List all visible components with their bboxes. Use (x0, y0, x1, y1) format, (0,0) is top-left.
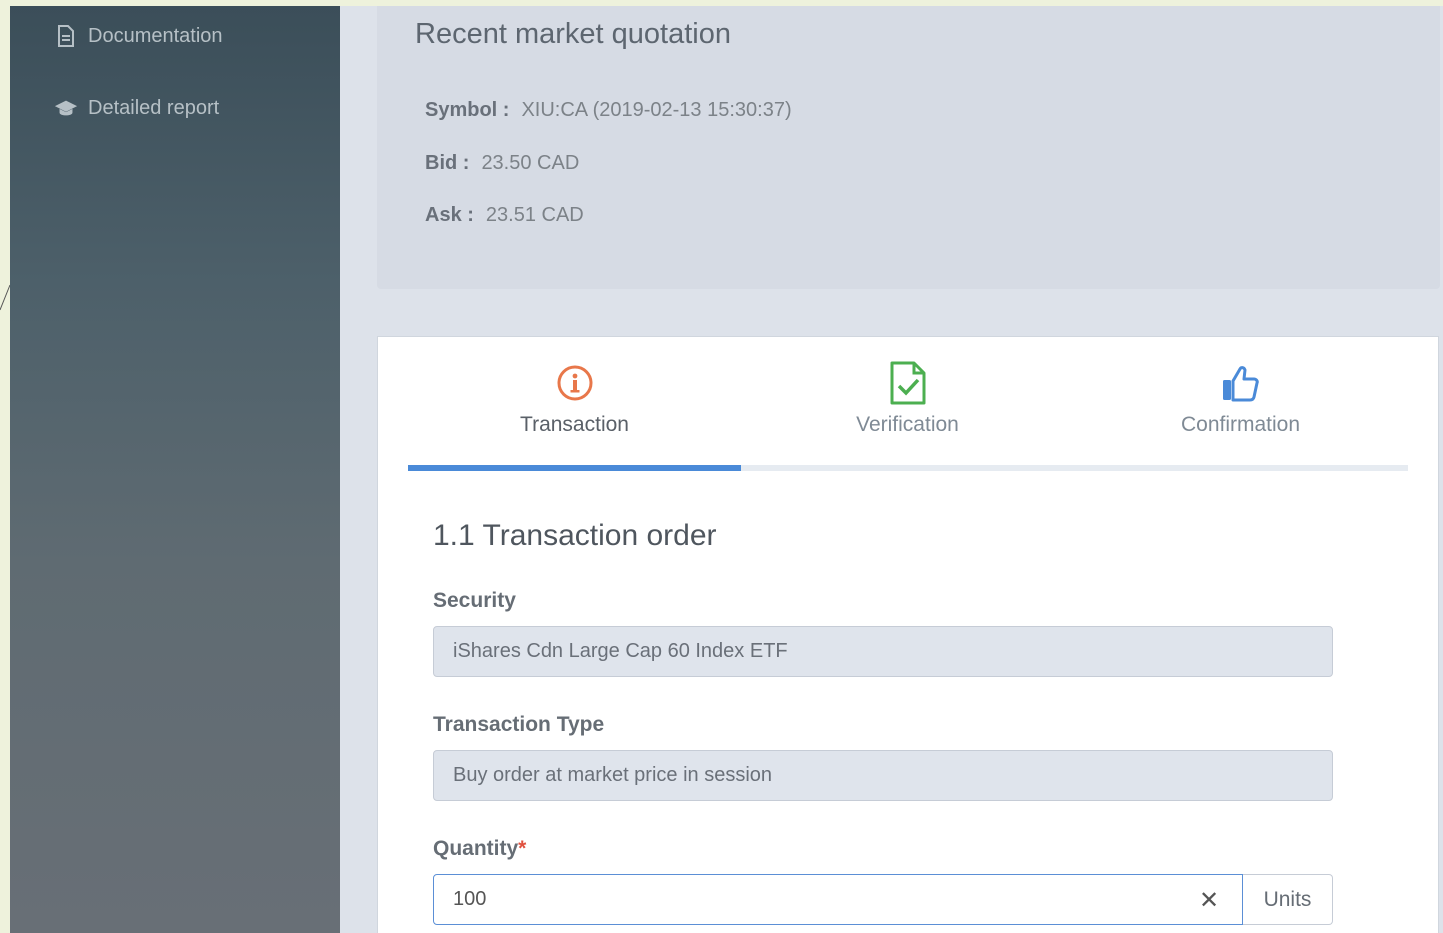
step-verification[interactable]: Verification (741, 361, 1074, 437)
required-asterisk: * (518, 837, 527, 860)
security-value: iShares Cdn Large Cap 60 Index ETF (453, 640, 788, 662)
quotation-title: Recent market quotation (415, 18, 731, 50)
sidebar-item-detailed-report[interactable]: Detailed report (54, 96, 219, 120)
wizard-steps: Transaction Verification Confirmation (408, 361, 1408, 471)
market-quotation-panel: Recent market quotation Symbol : XIU:CA (… (377, 6, 1440, 289)
section-title: 1.1 Transaction order (433, 519, 717, 552)
sidebar-item-label: Detailed report (88, 96, 220, 119)
step-label: Verification (856, 413, 959, 436)
sidebar-item-label: Documentation (88, 24, 223, 47)
quantity-label: Quantity* (433, 837, 526, 861)
document-icon (54, 24, 78, 48)
quantity-input-group: ✕ Units (433, 874, 1333, 925)
step-confirmation[interactable]: Confirmation (1074, 361, 1407, 437)
ask-row: Ask : 23.51 CAD (425, 204, 584, 227)
quantity-label-text: Quantity (433, 837, 519, 860)
checked-file-icon (741, 361, 1074, 405)
quantity-input[interactable] (433, 874, 1243, 925)
transaction-type-value: Buy order at market price in session (453, 764, 773, 786)
thumbs-up-icon (1074, 361, 1407, 405)
transaction-type-field[interactable]: Buy order at market price in session (433, 750, 1333, 801)
info-circle-icon (408, 361, 741, 405)
bid-key: Bid : (425, 152, 470, 174)
units-addon: Units (1243, 874, 1333, 925)
step-label: Transaction (520, 413, 629, 436)
clear-quantity-button[interactable]: ✕ (1189, 882, 1229, 917)
symbol-key: Symbol : (425, 99, 510, 121)
step-label: Confirmation (1180, 413, 1301, 436)
symbol-value: XIU:CA (2019-02-13 15:30:37) (521, 99, 792, 121)
transaction-type-label: Transaction Type (433, 713, 605, 736)
wizard-progress-bar (408, 465, 1408, 471)
transaction-wizard-card: Transaction Verification Confirmation 1.… (377, 336, 1439, 933)
bid-value: 23.50 CAD (481, 152, 580, 174)
main-content: Recent market quotation Symbol : XIU:CA (… (340, 6, 1443, 933)
ask-key: Ask : (425, 204, 474, 226)
bid-row: Bid : 23.50 CAD (425, 152, 579, 175)
security-label: Security (433, 589, 516, 612)
symbol-row: Symbol : XIU:CA (2019-02-13 15:30:37) (425, 99, 792, 122)
step-transaction[interactable]: Transaction (408, 361, 741, 437)
graduation-cap-icon (54, 96, 78, 120)
sidebar-item-documentation[interactable]: Documentation (54, 24, 223, 48)
wizard-progress-fill (408, 465, 742, 471)
sidebar: Documentation Detailed report (10, 6, 340, 933)
security-field[interactable]: iShares Cdn Large Cap 60 Index ETF (433, 626, 1333, 677)
ask-value: 23.51 CAD (485, 204, 584, 226)
